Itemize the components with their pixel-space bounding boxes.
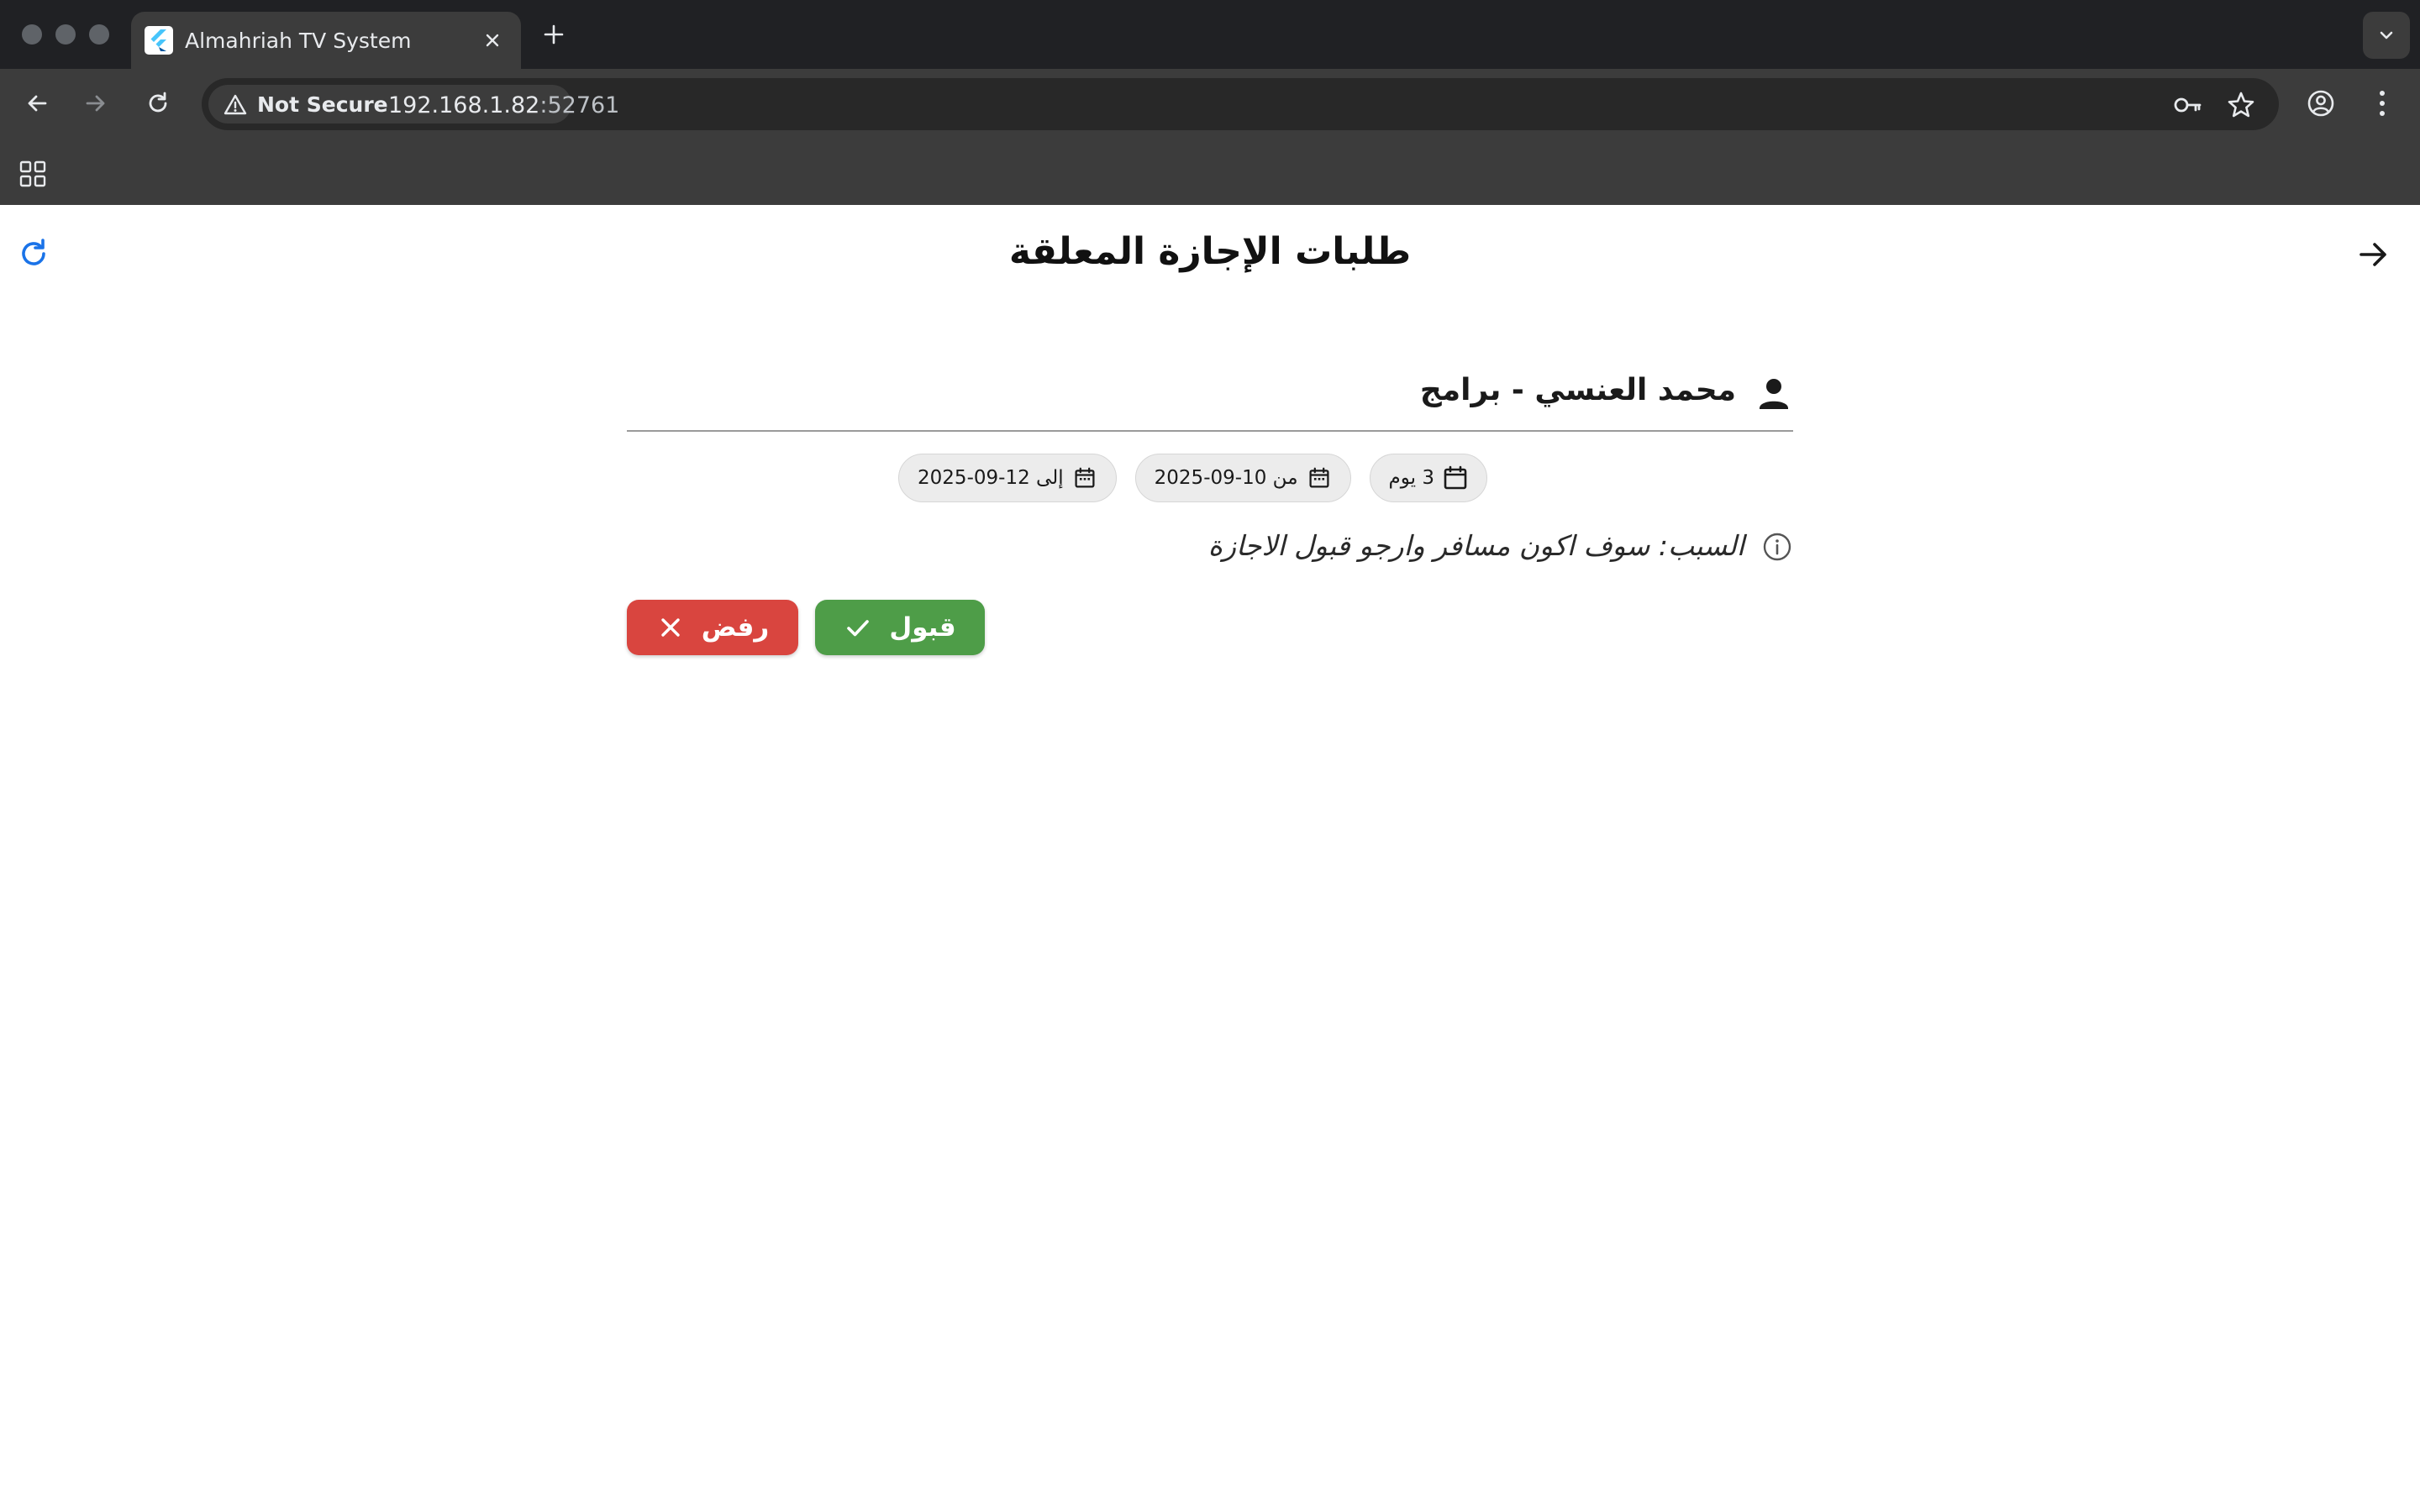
warning-triangle-icon xyxy=(224,94,247,115)
browser-menu-kebab-icon[interactable] xyxy=(2364,85,2401,122)
person-icon xyxy=(1760,379,1788,409)
browser-tab[interactable]: Almahriah TV System xyxy=(131,12,521,69)
divider xyxy=(627,430,1793,432)
to-date-text: إلى 12-09-2025 xyxy=(918,467,1064,489)
nav-reload-icon[interactable] xyxy=(139,85,176,122)
browser-tabstrip: Almahriah TV System xyxy=(0,0,2420,69)
apps-grid-icon[interactable] xyxy=(18,160,47,188)
calendar-icon xyxy=(1072,465,1097,491)
window-zoom-dot[interactable] xyxy=(89,24,109,45)
reason-row: السبب: سوف اكون مسافر وارجو قبول الاجازة xyxy=(627,524,1793,566)
page-content: طلبات الإجازة المعلقة محمد العنسي - برام… xyxy=(0,205,2420,1512)
employee-row: محمد العنسي - برامج xyxy=(627,365,1793,432)
info-icon xyxy=(1763,533,1791,561)
employee-name: محمد العنسي - برامج xyxy=(1419,373,1736,407)
tab-title: Almahriah TV System xyxy=(185,29,412,53)
check-icon xyxy=(844,613,872,642)
password-key-icon[interactable] xyxy=(2171,89,2203,121)
reject-label: رفض xyxy=(701,612,770,643)
address-bar[interactable]: Not Secure 192.168.1.82:52761 xyxy=(202,78,2279,130)
browser-toolbar: Not Secure 192.168.1.82:52761 xyxy=(0,69,2420,138)
window-close-dot[interactable] xyxy=(22,24,42,45)
close-icon xyxy=(656,613,685,642)
new-tab-plus-icon[interactable] xyxy=(538,18,570,50)
flutter-favicon-icon xyxy=(145,26,173,55)
url-text[interactable]: 192.168.1.82:52761 xyxy=(388,92,619,118)
arrow-right-icon[interactable] xyxy=(2353,234,2395,276)
page-title: طلبات الإجازة المعلقة xyxy=(1008,230,1412,273)
url-host: 192.168.1.82 xyxy=(388,92,540,118)
window-minimize-dot[interactable] xyxy=(55,24,76,45)
reason-text: السبب: سوف اكون مسافر وارجو قبول الاجازة xyxy=(1207,529,1744,562)
bookmarks-bar xyxy=(0,138,2420,205)
bookmark-star-icon[interactable] xyxy=(2225,89,2257,121)
tab-search-chevron-down-icon[interactable] xyxy=(2363,12,2410,59)
calendar-icon xyxy=(1307,465,1332,491)
to-date-chip: إلى 12-09-2025 xyxy=(898,454,1117,502)
accept-button[interactable]: قبول xyxy=(815,600,985,655)
url-port: :52761 xyxy=(539,92,620,118)
nav-forward-icon[interactable] xyxy=(77,85,114,122)
nav-back-icon[interactable] xyxy=(18,85,55,122)
duration-chip: 3 يوم xyxy=(1369,454,1487,502)
tab-close-icon[interactable] xyxy=(477,25,508,55)
accept-label: قبول xyxy=(889,612,956,643)
from-date-chip: من 10-09-2025 xyxy=(1134,454,1351,502)
leave-request-card: محمد العنسي - برامج 3 يوم من 10-09-2025 xyxy=(627,365,1793,919)
profile-avatar-icon[interactable] xyxy=(2302,85,2339,122)
reject-button[interactable]: رفض xyxy=(627,600,798,655)
from-date-text: من 10-09-2025 xyxy=(1154,467,1298,489)
duration-text: 3 يوم xyxy=(1388,467,1434,489)
calendar-icon xyxy=(1443,465,1468,491)
security-label: Not Secure xyxy=(257,92,388,117)
request-chips: 3 يوم من 10-09-2025 إلى 12-09-2025 xyxy=(898,454,1487,502)
